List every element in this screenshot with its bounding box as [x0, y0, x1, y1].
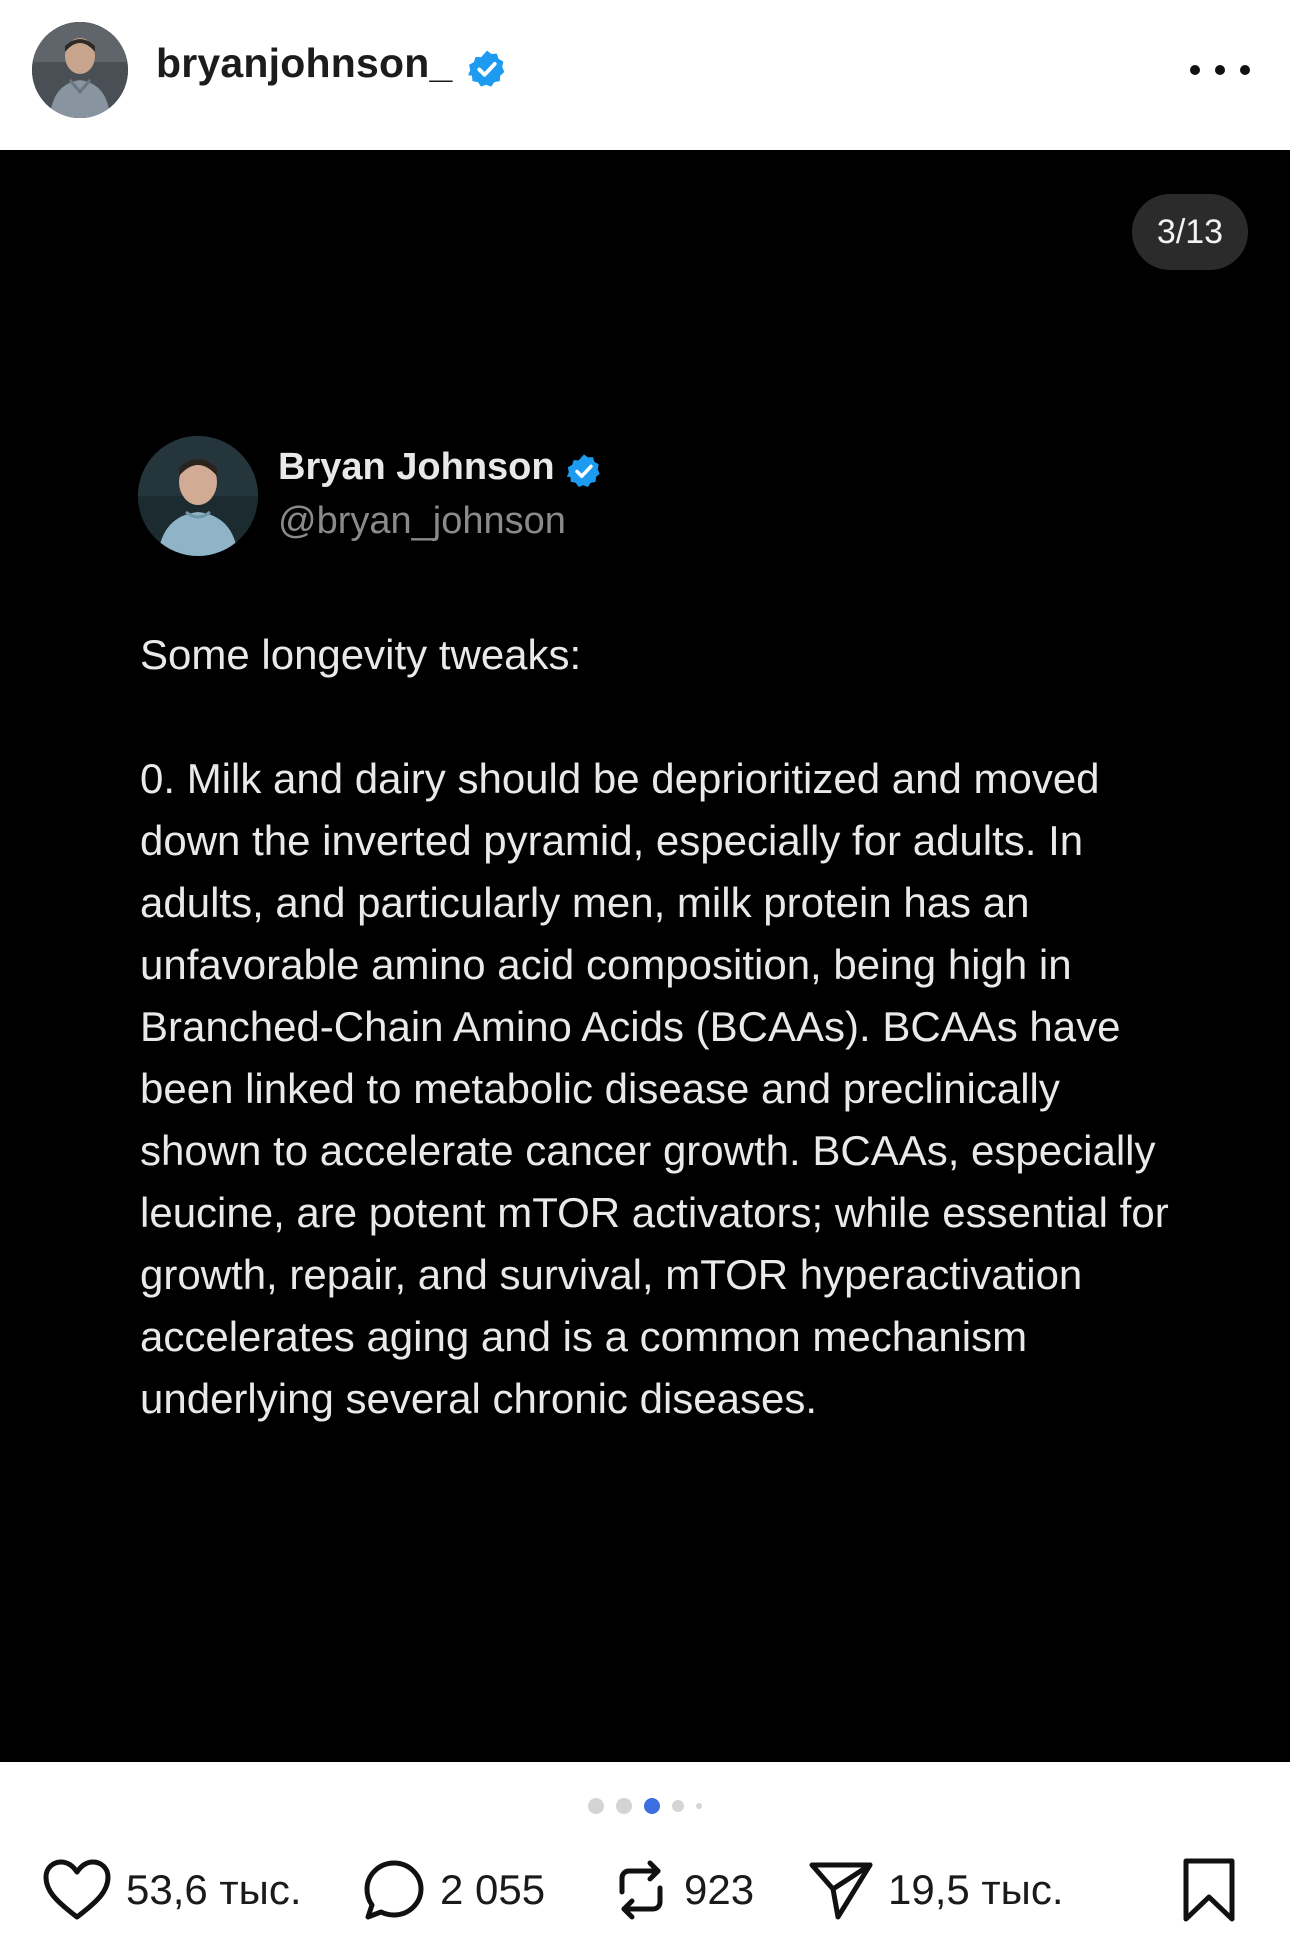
action-bar: 53,6 тыс. 2 055 923 19,5 тыс. [0, 1848, 1290, 1932]
slide-counter: 3/13 [1132, 194, 1248, 270]
save-button[interactable] [1180, 1848, 1238, 1932]
comment-count: 2 055 [440, 1866, 546, 1913]
carousel-dot-active [644, 1798, 660, 1814]
carousel-indicator [0, 1796, 1290, 1816]
tweet-intro: Some longevity tweaks: [140, 631, 582, 678]
share-button[interactable]: 19,5 тыс. [808, 1848, 1064, 1932]
post-media[interactable]: 3/13 Bryan Johnson @bryan_johnson Some l… [0, 150, 1290, 1762]
carousel-dot [672, 1800, 684, 1812]
comment-icon [364, 1860, 424, 1920]
verified-badge-icon [468, 50, 505, 87]
carousel-dot [696, 1803, 702, 1809]
heart-icon [43, 1859, 111, 1920]
tweet-avatar-image [138, 436, 258, 556]
tweet-author-avatar [138, 436, 258, 556]
bookmark-icon [1183, 1858, 1235, 1922]
send-icon [809, 1862, 873, 1920]
avatar-image [32, 22, 128, 118]
username[interactable]: bryanjohnson_ [156, 40, 452, 87]
like-button[interactable]: 53,6 тыс. [42, 1848, 302, 1932]
tweet-author-name: Bryan Johnson [278, 446, 555, 488]
tweet-verified-badge-icon [566, 454, 600, 487]
repost-icon [619, 1860, 663, 1920]
tweet-author-handle: @bryan_johnson [278, 500, 566, 542]
carousel-dot [588, 1798, 604, 1814]
tweet-paragraph: 0. Milk and dairy should be deprioritize… [140, 755, 1169, 1422]
comment-button[interactable]: 2 055 [362, 1848, 545, 1932]
like-count: 53,6 тыс. [126, 1866, 302, 1913]
profile-avatar[interactable] [32, 22, 128, 118]
more-options-icon[interactable] [1190, 50, 1250, 90]
post-header: bryanjohnson_ [0, 0, 1290, 150]
share-count: 19,5 тыс. [888, 1866, 1064, 1913]
repost-count: 923 [684, 1866, 755, 1913]
tweet-text: Some longevity tweaks: 0. Milk and dairy… [140, 624, 1180, 1430]
carousel-dot [616, 1798, 632, 1814]
repost-button[interactable]: 923 [612, 1848, 754, 1932]
